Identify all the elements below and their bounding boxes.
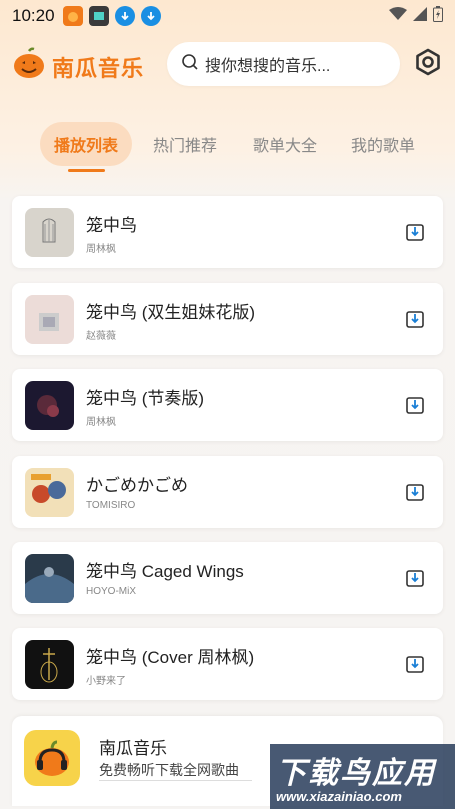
header: 南瓜音乐 搜你想搜的音乐...: [0, 38, 455, 90]
hexagon-settings-icon: [413, 47, 443, 82]
watermark-logo-text: 下载鸟应用: [276, 757, 436, 790]
active-tab-indicator: [68, 169, 105, 172]
pumpkin-logo-icon: [12, 47, 46, 86]
app-logo: 南瓜音乐: [12, 47, 144, 86]
album-cover: [25, 640, 74, 689]
song-artist: 周林枫: [86, 244, 116, 255]
pumpkin-headphones-app-icon: [24, 730, 80, 786]
download-button[interactable]: [405, 654, 425, 674]
download-icon: [406, 311, 424, 328]
album-cover: [25, 295, 74, 344]
song-artist: HOYO-MiX: [86, 586, 136, 597]
watermark-url: www.xiazainiao.com: [276, 789, 402, 804]
promo-subtitle: 免费畅听下载全网歌曲: [99, 762, 239, 778]
album-cover: [25, 468, 74, 517]
tab-playlist-collection[interactable]: 歌单大全: [240, 122, 330, 166]
download-button[interactable]: [405, 309, 425, 329]
album-cover: [25, 381, 74, 430]
divider: [99, 780, 252, 781]
download-notification-icon: [140, 6, 161, 26]
download-icon: [406, 224, 424, 241]
search-icon: [181, 53, 199, 76]
search-placeholder: 搜你想搜的音乐...: [205, 58, 331, 75]
song-list-item[interactable]: 笼中鸟 周林枫: [12, 196, 443, 268]
status-bar: 10:20: [0, 0, 455, 32]
tab-bar: 播放列表 热门推荐 歌单大全 我的歌单: [40, 122, 440, 172]
download-button[interactable]: [405, 482, 425, 502]
status-time: 10:20: [12, 6, 55, 25]
download-button[interactable]: [405, 395, 425, 415]
battery-icon: [433, 5, 443, 27]
tab-my-playlists[interactable]: 我的歌单: [338, 122, 428, 166]
settings-button[interactable]: [411, 47, 445, 81]
app-notification-icon: [88, 6, 109, 26]
download-notification-icon: [114, 6, 135, 26]
song-artist: 赵薇薇: [86, 331, 116, 342]
song-title: 笼中鸟 (Cover 周林枫): [86, 648, 255, 667]
song-title: 笼中鸟 (节奏版): [86, 389, 205, 408]
signal-icon: [413, 6, 427, 26]
song-list-item[interactable]: 笼中鸟 (节奏版) 周林枫: [12, 369, 443, 441]
song-artist: 周林枫: [86, 417, 116, 428]
download-icon: [406, 570, 424, 587]
download-button[interactable]: [405, 222, 425, 242]
download-icon: [406, 484, 424, 501]
album-cover: [25, 554, 74, 603]
song-list-item[interactable]: 笼中鸟 (Cover 周林枫) 小野来了: [12, 628, 443, 700]
song-artist: 小野来了: [86, 676, 126, 687]
wifi-icon: [389, 6, 407, 26]
download-icon: [406, 656, 424, 673]
promo-title: 南瓜音乐: [99, 739, 167, 758]
song-title: 笼中鸟: [86, 216, 137, 235]
song-title: かごめかごめ: [86, 476, 188, 495]
song-title: 笼中鸟 (双生姐妹花版): [86, 303, 256, 322]
download-icon: [406, 397, 424, 414]
watermark: 下载鸟应用 www.xiazainiao.com: [270, 744, 455, 809]
tab-playlist[interactable]: 播放列表: [40, 122, 132, 166]
song-list-item[interactable]: 笼中鸟 (双生姐妹花版) 赵薇薇: [12, 283, 443, 355]
song-artist: TOMISIRO: [86, 500, 136, 511]
song-list-item[interactable]: かごめかごめ TOMISIRO: [12, 456, 443, 528]
app-title: 南瓜音乐: [52, 55, 145, 81]
search-input[interactable]: 搜你想搜的音乐...: [167, 42, 400, 86]
song-list-item[interactable]: 笼中鸟 Caged Wings HOYO-MiX: [12, 542, 443, 614]
album-cover: [25, 208, 74, 257]
download-button[interactable]: [405, 568, 425, 588]
pumpkin-notification-icon: [62, 6, 83, 26]
tab-hot-recommend[interactable]: 热门推荐: [140, 122, 230, 166]
song-title: 笼中鸟 Caged Wings: [86, 562, 244, 581]
